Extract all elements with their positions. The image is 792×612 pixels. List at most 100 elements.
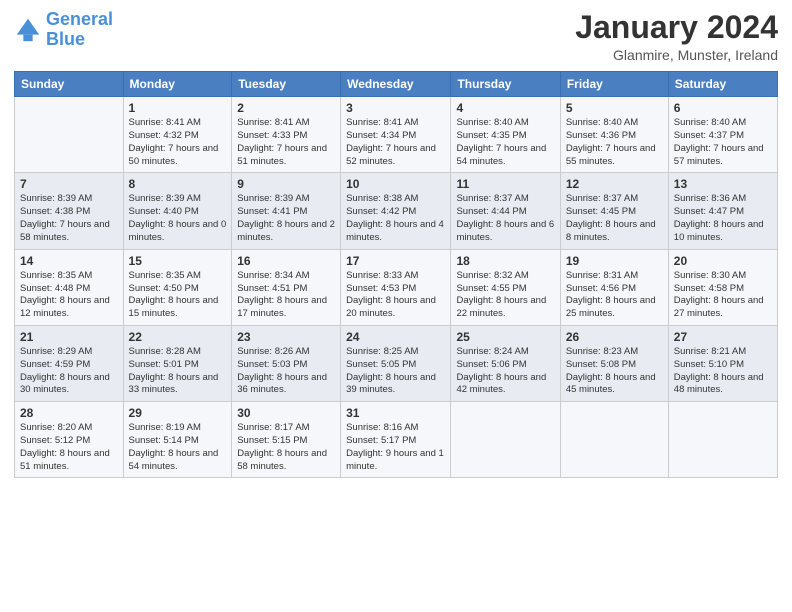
day-number: 28: [20, 406, 118, 420]
day-cell: 20Sunrise: 8:30 AM Sunset: 4:58 PM Dayli…: [668, 249, 777, 325]
cell-text: Sunrise: 8:24 AM Sunset: 5:06 PM Dayligh…: [456, 346, 554, 397]
calendar: Sunday Monday Tuesday Wednesday Thursday…: [14, 71, 778, 478]
cell-text: Sunrise: 8:38 AM Sunset: 4:42 PM Dayligh…: [346, 193, 445, 244]
day-cell: 14 Sunrise: 8:35 AM Sunset: 4:48 PM Dayli…: [15, 249, 124, 325]
day-cell: 24 Sunrise: 8:25 AM Sunset: 5:05 PM Dayli…: [341, 325, 451, 401]
day-cell: 27Sunrise: 8:21 AM Sunset: 5:10 PM Dayli…: [668, 325, 777, 401]
day-number: 11: [456, 177, 554, 191]
day-number: 16: [237, 254, 335, 268]
cell-text: Sunrise: 8:31 AM Sunset: 4:56 PM Dayligh…: [566, 270, 663, 321]
cell-text: Sunrise: 8:39 AM Sunset: 4:38 PM Dayligh…: [20, 193, 118, 244]
cell-text: Sunrise: 8:23 AM Sunset: 5:08 PM Dayligh…: [566, 346, 663, 397]
day-number: 22: [129, 330, 227, 344]
header: General Blue January 2024 Glanmire, Muns…: [14, 10, 778, 63]
day-number: 26: [566, 330, 663, 344]
col-friday: Friday: [560, 72, 668, 97]
day-cell: 11Sunrise: 8:37 AM Sunset: 4:44 PM Dayli…: [451, 173, 560, 249]
cell-text: Sunrise: 8:25 AM Sunset: 5:05 PM Dayligh…: [346, 346, 445, 397]
cell-text: Sunrise: 8:37 AM Sunset: 4:45 PM Dayligh…: [566, 193, 663, 244]
day-number: 27: [674, 330, 772, 344]
day-cell: 3Sunrise: 8:41 AM Sunset: 4:34 PM Daylig…: [341, 97, 451, 173]
day-cell: [668, 402, 777, 478]
day-cell: 10 Sunrise: 8:38 AM Sunset: 4:42 PM Dayli…: [341, 173, 451, 249]
day-cell: 1 Sunrise: 8:41 AM Sunset: 4:32 PM Daylig…: [123, 97, 232, 173]
day-cell: 15Sunrise: 8:35 AM Sunset: 4:50 PM Dayli…: [123, 249, 232, 325]
day-number: 3: [346, 101, 445, 115]
day-number: 31: [346, 406, 445, 420]
day-cell: 19Sunrise: 8:31 AM Sunset: 4:56 PM Dayli…: [560, 249, 668, 325]
day-cell: 28 Sunrise: 8:20 AM Sunset: 5:12 PM Dayli…: [15, 402, 124, 478]
calendar-body: 1 Sunrise: 8:41 AM Sunset: 4:32 PM Daylig…: [15, 97, 778, 478]
day-number: 21: [20, 330, 118, 344]
cell-text: Sunrise: 8:40 AM Sunset: 4:37 PM Dayligh…: [674, 117, 772, 168]
cell-text: Sunrise: 8:16 AM Sunset: 5:17 PM Dayligh…: [346, 422, 445, 473]
cell-text: Sunrise: 8:32 AM Sunset: 4:55 PM Dayligh…: [456, 270, 554, 321]
col-wednesday: Wednesday: [341, 72, 451, 97]
cell-text: Sunrise: 8:39 AM Sunset: 4:41 PM Dayligh…: [237, 193, 335, 244]
day-number: 14: [20, 254, 118, 268]
logo-line2: Blue: [46, 29, 85, 49]
cell-text: Sunrise: 8:17 AM Sunset: 5:15 PM Dayligh…: [237, 422, 335, 473]
day-cell: 29 Sunrise: 8:19 AM Sunset: 5:14 PM Dayli…: [123, 402, 232, 478]
cell-text: Sunrise: 8:20 AM Sunset: 5:12 PM Dayligh…: [20, 422, 118, 473]
day-number: 23: [237, 330, 335, 344]
day-number: 13: [674, 177, 772, 191]
day-cell: 13 Sunrise: 8:36 AM Sunset: 4:47 PM Dayli…: [668, 173, 777, 249]
day-number: 1: [129, 101, 227, 115]
day-cell: 7 Sunrise: 8:39 AM Sunset: 4:38 PM Daylig…: [15, 173, 124, 249]
week-row-4: 28 Sunrise: 8:20 AM Sunset: 5:12 PM Dayli…: [15, 402, 778, 478]
cell-text: Sunrise: 8:35 AM Sunset: 4:48 PM Dayligh…: [20, 270, 118, 321]
cell-text: Sunrise: 8:33 AM Sunset: 4:53 PM Dayligh…: [346, 270, 445, 321]
day-cell: 2Sunrise: 8:41 AM Sunset: 4:33 PM Daylig…: [232, 97, 341, 173]
week-row-0: 1 Sunrise: 8:41 AM Sunset: 4:32 PM Daylig…: [15, 97, 778, 173]
day-cell: 9 Sunrise: 8:39 AM Sunset: 4:41 PM Daylig…: [232, 173, 341, 249]
cell-text: Sunrise: 8:29 AM Sunset: 4:59 PM Dayligh…: [20, 346, 118, 397]
day-number: 29: [129, 406, 227, 420]
day-cell: 17 Sunrise: 8:33 AM Sunset: 4:53 PM Dayli…: [341, 249, 451, 325]
day-cell: 30 Sunrise: 8:17 AM Sunset: 5:15 PM Dayli…: [232, 402, 341, 478]
cell-text: Sunrise: 8:19 AM Sunset: 5:14 PM Dayligh…: [129, 422, 227, 473]
day-number: 7: [20, 177, 118, 191]
day-cell: 21 Sunrise: 8:29 AM Sunset: 4:59 PM Dayli…: [15, 325, 124, 401]
cell-text: Sunrise: 8:26 AM Sunset: 5:03 PM Dayligh…: [237, 346, 335, 397]
day-cell: 6 Sunrise: 8:40 AM Sunset: 4:37 PM Daylig…: [668, 97, 777, 173]
day-number: 8: [129, 177, 227, 191]
logo-text: General Blue: [46, 10, 113, 50]
cell-text: Sunrise: 8:34 AM Sunset: 4:51 PM Dayligh…: [237, 270, 335, 321]
day-cell: 4Sunrise: 8:40 AM Sunset: 4:35 PM Daylig…: [451, 97, 560, 173]
col-saturday: Saturday: [668, 72, 777, 97]
week-row-2: 14 Sunrise: 8:35 AM Sunset: 4:48 PM Dayli…: [15, 249, 778, 325]
page: General Blue January 2024 Glanmire, Muns…: [0, 0, 792, 612]
logo-line1: General: [46, 9, 113, 29]
day-number: 9: [237, 177, 335, 191]
calendar-header: Sunday Monday Tuesday Wednesday Thursday…: [15, 72, 778, 97]
day-cell: 23 Sunrise: 8:26 AM Sunset: 5:03 PM Dayli…: [232, 325, 341, 401]
day-cell: 22 Sunrise: 8:28 AM Sunset: 5:01 PM Dayli…: [123, 325, 232, 401]
month-title: January 2024: [575, 10, 778, 45]
cell-text: Sunrise: 8:41 AM Sunset: 4:32 PM Dayligh…: [129, 117, 227, 168]
col-sunday: Sunday: [15, 72, 124, 97]
logo-icon: [14, 16, 42, 44]
location: Glanmire, Munster, Ireland: [575, 47, 778, 63]
logo: General Blue: [14, 10, 113, 50]
day-number: 10: [346, 177, 445, 191]
day-cell: 31 Sunrise: 8:16 AM Sunset: 5:17 PM Dayli…: [341, 402, 451, 478]
day-number: 2: [237, 101, 335, 115]
day-number: 18: [456, 254, 554, 268]
week-row-3: 21 Sunrise: 8:29 AM Sunset: 4:59 PM Dayli…: [15, 325, 778, 401]
day-number: 15: [129, 254, 227, 268]
day-cell: [560, 402, 668, 478]
cell-text: Sunrise: 8:40 AM Sunset: 4:35 PM Dayligh…: [456, 117, 554, 168]
day-cell: [451, 402, 560, 478]
cell-text: Sunrise: 8:36 AM Sunset: 4:47 PM Dayligh…: [674, 193, 772, 244]
cell-text: Sunrise: 8:28 AM Sunset: 5:01 PM Dayligh…: [129, 346, 227, 397]
day-number: 17: [346, 254, 445, 268]
week-row-1: 7 Sunrise: 8:39 AM Sunset: 4:38 PM Daylig…: [15, 173, 778, 249]
day-number: 24: [346, 330, 445, 344]
cell-text: Sunrise: 8:30 AM Sunset: 4:58 PM Dayligh…: [674, 270, 772, 321]
day-number: 30: [237, 406, 335, 420]
day-cell: 12Sunrise: 8:37 AM Sunset: 4:45 PM Dayli…: [560, 173, 668, 249]
day-number: 6: [674, 101, 772, 115]
cell-text: Sunrise: 8:40 AM Sunset: 4:36 PM Dayligh…: [566, 117, 663, 168]
day-cell: 25Sunrise: 8:24 AM Sunset: 5:06 PM Dayli…: [451, 325, 560, 401]
